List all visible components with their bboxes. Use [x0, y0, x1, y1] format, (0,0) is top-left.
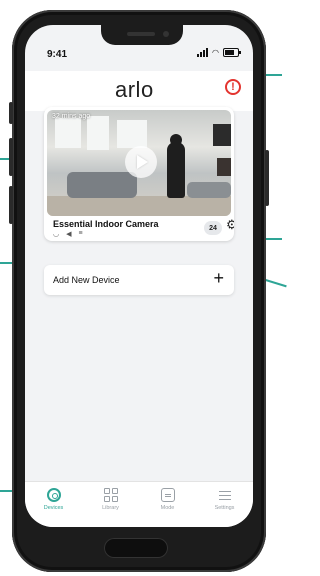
status-time: 9:41 [47, 49, 68, 60]
tab-label: Devices [43, 505, 64, 511]
wifi-status-icon: ◠ [212, 48, 219, 57]
time-ago-label: 32 mins ago [52, 113, 91, 120]
battery-status-icon [223, 48, 241, 57]
home-button[interactable] [104, 538, 168, 558]
add-new-device-row[interactable]: Add New Device + [44, 265, 234, 295]
devices-icon [46, 488, 61, 502]
battery-icon: ≡ [78, 230, 83, 237]
tab-label: Mode [160, 505, 175, 511]
tab-mode[interactable]: Mode [139, 482, 196, 527]
plus-icon[interactable]: + [213, 269, 224, 287]
status-icons: ◠ [197, 48, 241, 57]
tab-settings[interactable]: Settings [196, 482, 253, 527]
event-count-badge[interactable]: 24 [204, 221, 222, 235]
camera-name: Essential Indoor Camera [53, 219, 159, 229]
camera-thumbnail[interactable]: 32 mins ago [47, 110, 231, 216]
tab-devices[interactable]: Devices [25, 482, 82, 527]
wifi-icon: ◡ [53, 231, 60, 238]
signal-icon [197, 48, 209, 57]
add-device-label: Add New Device [53, 275, 120, 285]
arlo-logo: arlo [115, 77, 154, 102]
app-screen: 9:41 ◠ arlo ! 32 mins ago Essential Indo… [25, 25, 253, 527]
speaker-icon: ◀ [66, 231, 72, 238]
library-icon [103, 488, 118, 502]
bottom-tab-bar: Devices Library Mode Settings [25, 481, 253, 527]
camera-card[interactable]: 32 mins ago Essential Indoor Camera ◡ ◀ … [44, 107, 234, 241]
play-button-icon[interactable] [125, 146, 157, 178]
settings-icon [218, 488, 232, 502]
mode-icon [160, 488, 175, 502]
alert-icon[interactable]: ! [225, 79, 241, 95]
camera-status-icons: ◡ ◀ ≡ [53, 230, 83, 238]
tab-library[interactable]: Library [82, 482, 139, 527]
notch [101, 25, 183, 45]
tab-label: Settings [214, 505, 235, 511]
gear-icon[interactable]: ⚙ [226, 218, 234, 231]
app-header: arlo ! [25, 71, 253, 111]
tab-label: Library [102, 505, 119, 511]
